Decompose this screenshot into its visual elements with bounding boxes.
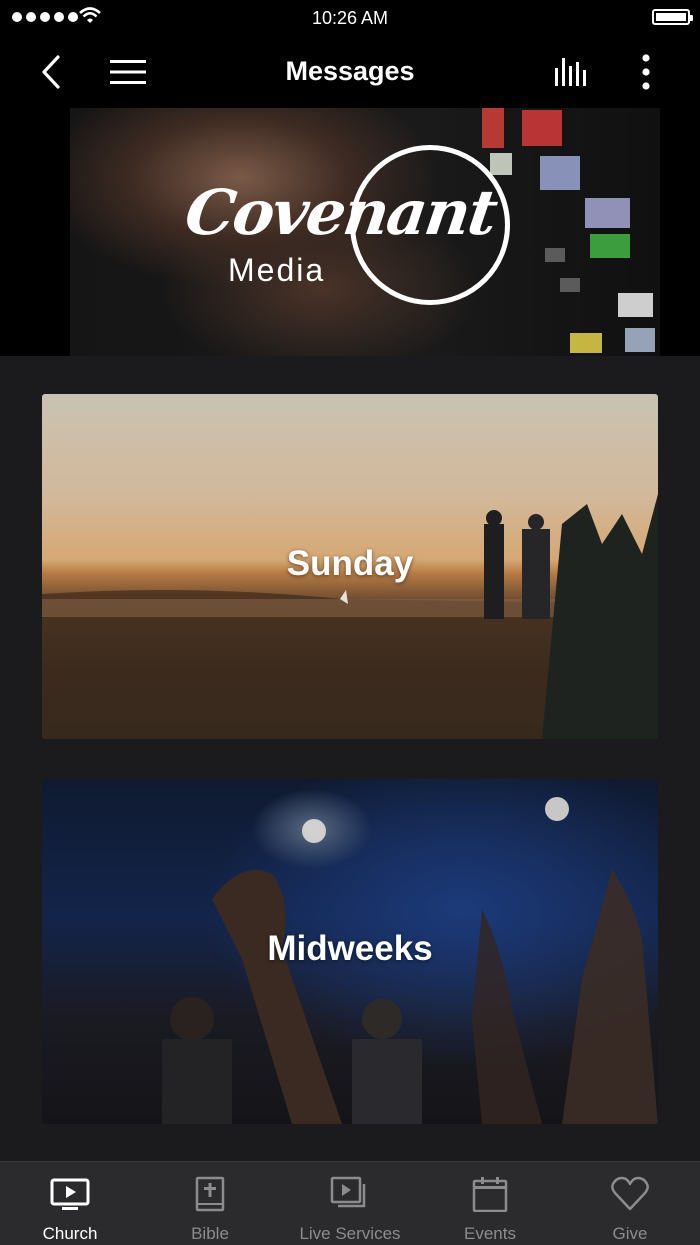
tab-live-services[interactable]: Live Services — [280, 1162, 420, 1245]
sunday-messages-card[interactable]: Sunday — [42, 394, 658, 739]
tab-label: Bible — [191, 1224, 229, 1243]
heart-icon — [611, 1176, 649, 1211]
tab-label: Church — [42, 1224, 98, 1243]
hero-edge — [660, 108, 700, 356]
tab-church[interactable]: Church — [0, 1162, 140, 1245]
top-navigation-bar: Messages — [0, 36, 700, 108]
card-title: Midweeks — [267, 929, 433, 968]
card-title: Sunday — [286, 544, 414, 583]
video-stack-icon — [330, 1176, 366, 1208]
status-time: 10:26 AM — [311, 8, 389, 28]
tab-bible[interactable]: Bible — [140, 1162, 280, 1245]
bible-icon — [195, 1176, 225, 1212]
page-title: Messages — [285, 56, 415, 86]
more-vertical-icon — [642, 54, 650, 90]
status-bar: 10:26 AM — [0, 0, 700, 36]
logo-subtitle: Media — [228, 252, 326, 288]
calendar-icon — [472, 1177, 508, 1212]
bottom-tab-bar: Church Bible Live Services Events Give — [0, 1161, 700, 1245]
equalizer-bars-icon — [555, 58, 586, 86]
logo-wordmark: Covenant — [180, 176, 501, 249]
tab-label: Live Services — [299, 1224, 401, 1243]
battery-icon — [652, 9, 693, 25]
more-options-button[interactable] — [630, 52, 662, 92]
midweeks-messages-card[interactable]: Midweeks — [42, 779, 658, 1124]
tab-events[interactable]: Events — [420, 1162, 560, 1245]
tab-label: Give — [612, 1224, 648, 1243]
tab-give[interactable]: Give — [560, 1162, 700, 1245]
tv-play-icon — [50, 1178, 90, 1210]
tab-label: Events — [464, 1224, 516, 1243]
audio-levels-button[interactable] — [550, 52, 594, 92]
